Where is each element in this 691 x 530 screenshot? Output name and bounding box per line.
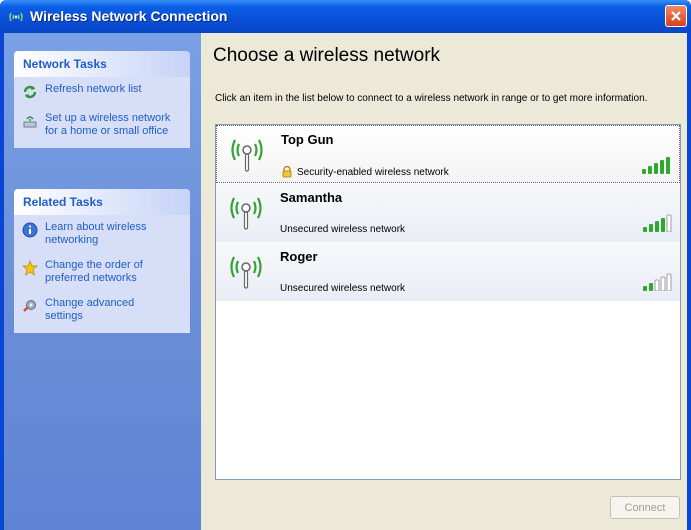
instructions-text: Click an item in the list below to conne…: [215, 93, 648, 104]
network-status-text: Security-enabled wireless network: [297, 166, 449, 178]
network-name: Samantha: [280, 190, 343, 205]
related-tasks-panel: Related Tasks Learn about wireless netwo…: [14, 189, 190, 333]
network-tasks-heading[interactable]: Network Tasks: [14, 51, 190, 77]
window-client-area: Network Tasks Refresh network list Set u…: [4, 33, 687, 530]
network-list-item-samantha[interactable]: Samantha Unsecured wireless network: [216, 184, 680, 242]
refresh-network-list-link[interactable]: Refresh network list: [22, 83, 182, 100]
info-icon: [22, 222, 38, 238]
task-label: Change advanced settings: [45, 297, 135, 322]
network-list-item-top-gun[interactable]: Top Gun Security-enabled wireless networ…: [216, 125, 680, 183]
refresh-icon: [23, 85, 37, 99]
network-status: Unsecured wireless network: [280, 283, 405, 294]
star-icon: [22, 260, 38, 276]
connect-button[interactable]: Connect: [610, 496, 680, 519]
network-status: Unsecured wireless network: [280, 224, 405, 235]
page-title: Choose a wireless network: [213, 45, 441, 66]
main-content: Choose a wireless network Click an item …: [201, 33, 687, 530]
task-sidebar: Network Tasks Refresh network list Set u…: [4, 33, 201, 530]
wireless-antenna-icon: [230, 256, 262, 289]
signal-strength-icon: [643, 214, 672, 232]
title-bar[interactable]: Wireless Network Connection: [0, 0, 691, 33]
learn-about-wireless-link[interactable]: Learn about wireless networking: [22, 221, 182, 247]
setup-wireless-network-link[interactable]: Set up a wireless network for a home or …: [22, 112, 182, 138]
related-tasks-heading[interactable]: Related Tasks: [14, 189, 190, 215]
network-status: Security-enabled wireless network: [281, 166, 449, 178]
task-label: Refresh network list: [45, 83, 142, 95]
change-advanced-settings-link[interactable]: Change advanced settings: [22, 297, 182, 323]
wireless-network-window: Wireless Network Connection Network Task…: [0, 0, 691, 530]
settings-icon: [23, 300, 36, 312]
task-label: Learn about wireless networking: [45, 221, 147, 246]
network-status-text: Unsecured wireless network: [280, 224, 406, 235]
lock-icon: [282, 166, 292, 178]
task-label: Change the order of preferred networks: [45, 259, 143, 284]
wireless-antenna-icon: [230, 197, 262, 230]
wireless-antenna-icon: [231, 139, 263, 172]
network-list-item-roger[interactable]: Roger Unsecured wireless network: [216, 243, 680, 301]
network-tasks-panel: Network Tasks Refresh network list Set u…: [14, 51, 190, 148]
signal-strength-icon: [642, 157, 670, 174]
setup-network-icon: [23, 116, 37, 128]
signal-strength-icon: [643, 273, 672, 291]
network-name: Roger: [280, 249, 318, 264]
window-title: Wireless Network Connection: [30, 8, 228, 24]
wireless-network-list[interactable]: Top Gun Security-enabled wireless networ…: [215, 124, 681, 480]
close-icon: [671, 11, 681, 21]
change-network-order-link[interactable]: Change the order of preferred networks: [22, 259, 182, 285]
network-status-text: Unsecured wireless network: [280, 283, 406, 294]
task-label: Set up a wireless network for a home or …: [45, 112, 171, 137]
wireless-icon: [9, 12, 23, 22]
network-name: Top Gun: [281, 132, 334, 147]
close-button[interactable]: [665, 5, 687, 27]
